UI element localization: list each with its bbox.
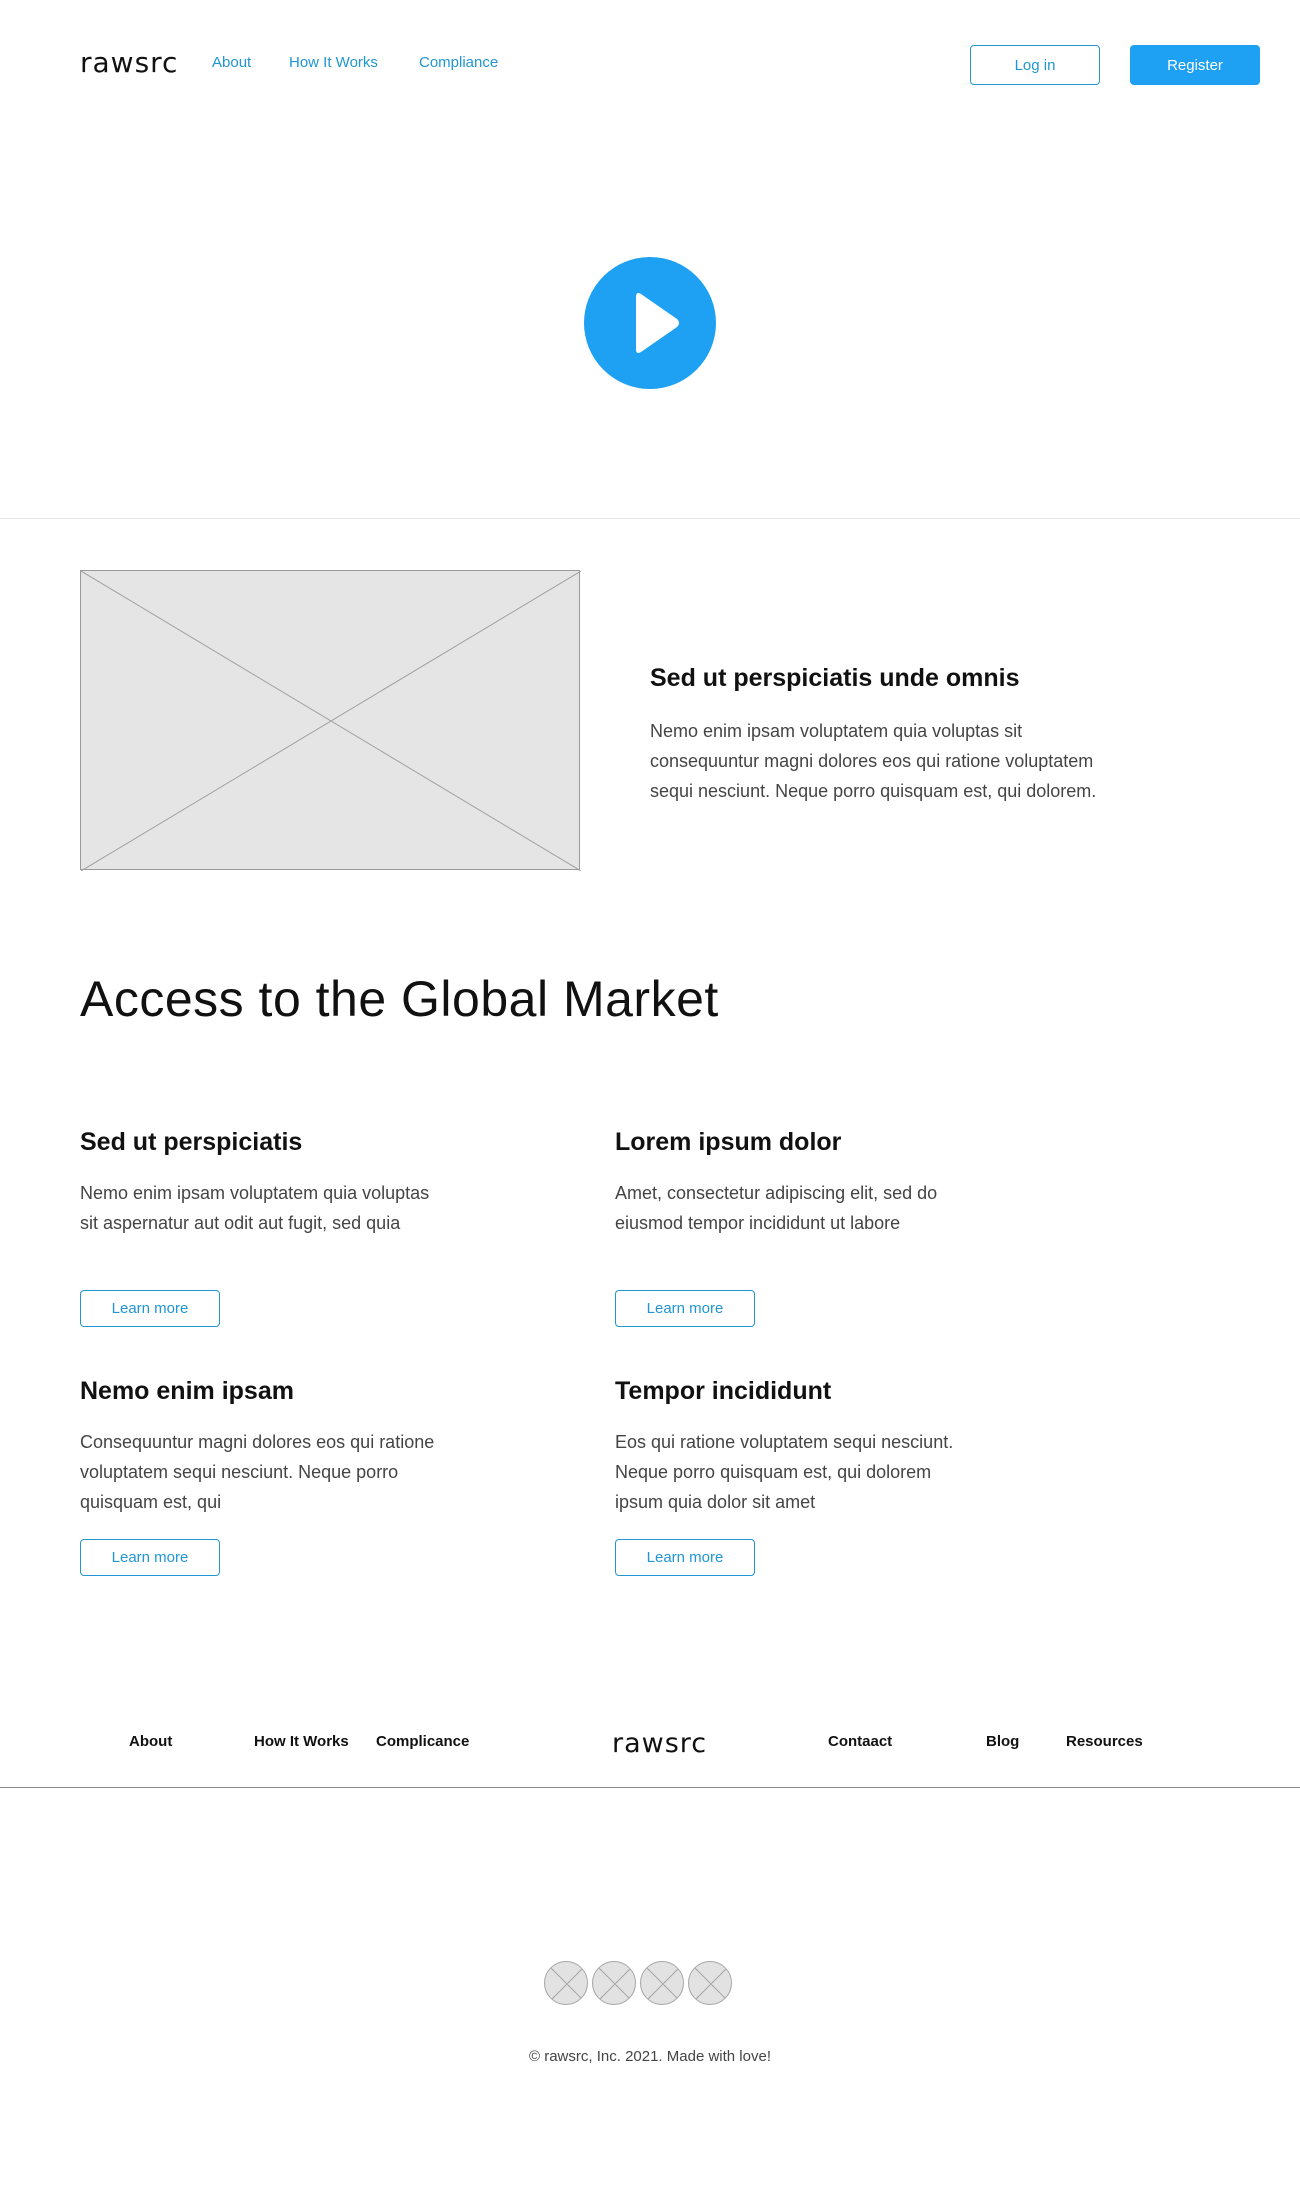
card-text: Eos qui ratione voluptatem sequi nesciun… [615, 1432, 954, 1512]
play-button[interactable] [584, 257, 716, 389]
card-title: Tempor incididunt [615, 1377, 832, 1405]
login-button[interactable]: Log in [970, 45, 1100, 85]
card-text: Nemo enim ipsam voluptatem quia voluptas… [80, 1183, 430, 1233]
register-button[interactable]: Register [1130, 45, 1260, 85]
footer-link-how-it-works[interactable]: How It Works [254, 1733, 349, 1750]
card-3: Nemo enim ipsam Consequuntur magni dolor… [80, 1377, 460, 1576]
feature-title: Sed ut perspiciatis unde omnis [650, 664, 1020, 692]
card-text: Amet, consectetur adipiscing elit, sed d… [615, 1183, 938, 1233]
nav-link-compliance[interactable]: Compliance [419, 54, 498, 71]
header: rawsrc About How It Works Compliance Log… [0, 0, 1300, 130]
card-title: Lorem ipsum dolor [615, 1128, 842, 1156]
card-2: Lorem ipsum dolor Amet, consectetur adip… [615, 1128, 995, 1327]
footer-divider [0, 1787, 1300, 1788]
learn-more-button[interactable]: Learn more [615, 1290, 755, 1327]
card-text: Consequuntur magni dolores eos qui ratio… [80, 1432, 435, 1512]
card-4: Tempor incididunt Eos qui ratione volupt… [615, 1377, 995, 1576]
logo[interactable]: rawsrc [80, 46, 178, 79]
learn-more-button[interactable]: Learn more [80, 1290, 220, 1327]
copyright: © rawsrc, Inc. 2021. Made with love! [529, 2048, 771, 2065]
card-title: Sed ut perspiciatis [80, 1128, 303, 1156]
learn-more-button[interactable]: Learn more [80, 1539, 220, 1576]
nav-link-about[interactable]: About [212, 54, 251, 71]
footer-link-about[interactable]: About [129, 1733, 172, 1750]
social-icon[interactable] [640, 1961, 684, 2005]
image-placeholder [80, 570, 581, 871]
footer-logo[interactable]: rawsrc [612, 1728, 707, 1759]
play-icon [636, 293, 679, 353]
footer-link-compliance[interactable]: Complicance [376, 1733, 469, 1750]
social-icon[interactable] [544, 1961, 588, 2005]
card-1: Sed ut perspiciatis Nemo enim ipsam volu… [80, 1128, 460, 1327]
social-icon[interactable] [592, 1961, 636, 2005]
social-icon[interactable] [688, 1961, 732, 2005]
learn-more-button[interactable]: Learn more [615, 1539, 755, 1576]
section-divider [0, 518, 1300, 519]
footer-link-blog[interactable]: Blog [986, 1733, 1019, 1750]
card-title: Nemo enim ipsam [80, 1377, 294, 1405]
image-placeholder-icon [81, 571, 581, 871]
feature-text: Nemo enim ipsam voluptatem quia voluptas… [650, 721, 1097, 801]
footer-link-resources[interactable]: Resources [1066, 1733, 1143, 1750]
footer-link-contact[interactable]: Contaact [828, 1733, 892, 1750]
section-heading: Access to the Global Market [80, 971, 719, 1027]
nav-link-how-it-works[interactable]: How It Works [289, 54, 378, 71]
